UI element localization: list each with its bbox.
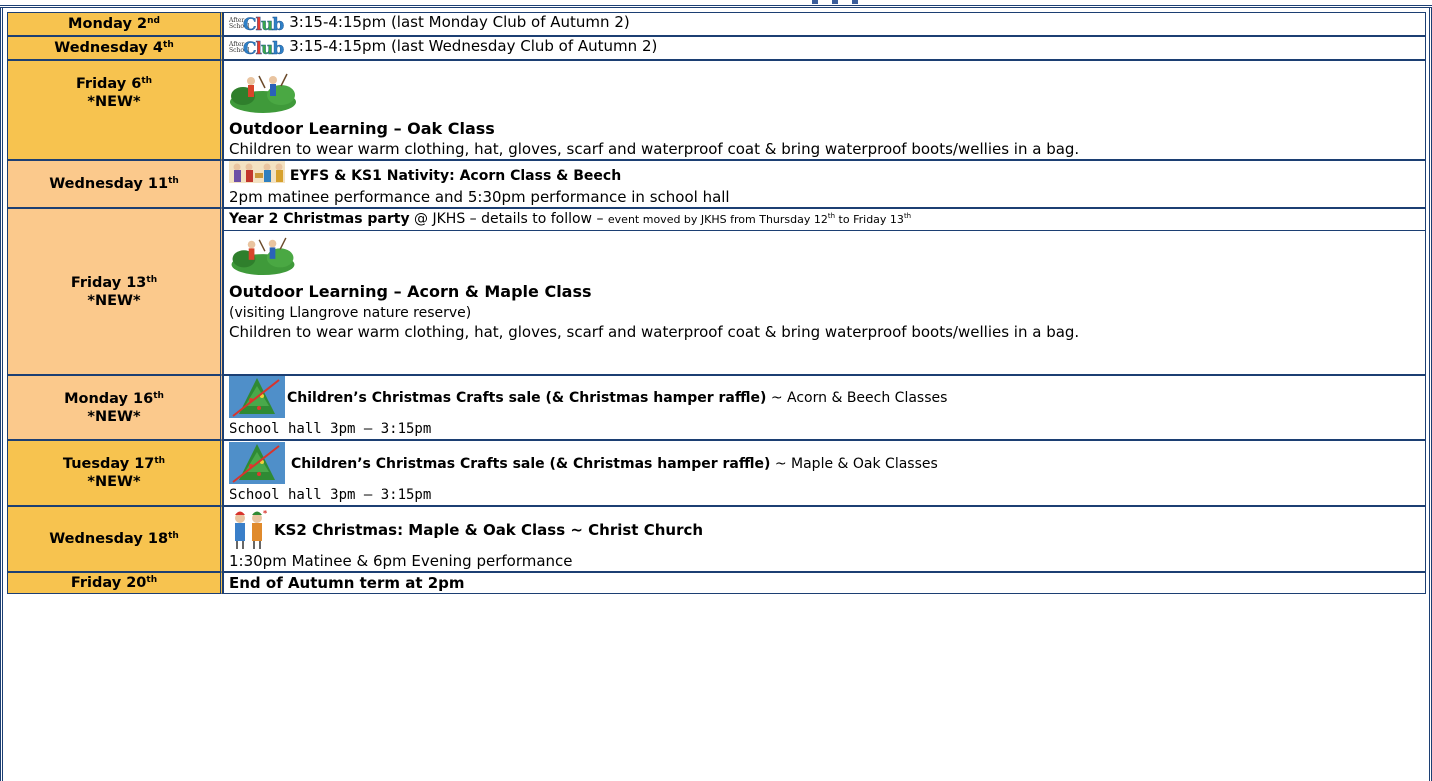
svg-text:*: * (263, 509, 268, 518)
details-cell: Year 2 Christmas party @ JKHS – details … (223, 208, 1426, 375)
date-cell: Friday 20th (7, 572, 223, 594)
event-title: Outdoor Learning – Oak Class (229, 119, 495, 138)
event-text: School hall 3pm – 3:15pm (229, 421, 432, 437)
table-row: Friday 6th *NEW* Outdoor Learning – Oak … (7, 60, 1426, 160)
table-row: Wednesday 11th EYFS & KS1 Nativity: Acor… (7, 160, 1426, 208)
new-badge: *NEW* (87, 474, 141, 490)
details-cell: After SchoolClub 3:15-4:15pm (last Monday… (223, 12, 1426, 36)
event-text: Children to wear warm clothing, hat, glo… (229, 140, 1080, 158)
table-row: Friday 20th End of Autumn term at 2pm (7, 572, 1426, 594)
table-row: Wednesday 4th After SchoolClub 3:15-4:15p… (7, 36, 1426, 60)
new-badge: *NEW* (87, 408, 141, 425)
event-title: Children’s Christmas Crafts sale (& Chri… (291, 455, 771, 472)
table-row: Wednesday 18th * KS2 Christmas: Maple & … (7, 506, 1426, 572)
details-cell: End of Autumn term at 2pm (223, 572, 1426, 594)
after-school-club-logo: After SchoolClub (229, 39, 284, 59)
event-subtext: (visiting Llangrove nature reserve) (229, 305, 472, 321)
event-text: School hall 3pm – 3:15pm (229, 486, 432, 503)
top-border (0, 0, 1432, 8)
table-row: Tuesday 17th *NEW* Children’s Christmas … (7, 440, 1426, 506)
event-text: 1:30pm Matinee & 6pm Evening performance (229, 551, 573, 570)
event-text: 3:15-4:15pm (last Monday Club of Autumn … (289, 13, 630, 31)
christmas-tree-icon (229, 376, 285, 418)
christmas-tree-icon (229, 441, 285, 484)
nativity-illustration (229, 161, 285, 183)
date-cell: Tuesday 17th *NEW* (7, 440, 223, 506)
date-cell: Friday 6th *NEW* (7, 60, 223, 160)
details-cell: Outdoor Learning – Oak Class Children to… (223, 60, 1426, 160)
table-row: Monday 2nd After SchoolClub 3:15-4:15pm (… (7, 12, 1426, 36)
date-cell: Wednesday 18th (7, 506, 223, 572)
details-cell: * KS2 Christmas: Maple & Oak Class ~ Chr… (223, 506, 1426, 572)
event-text: 3:15-4:15pm (last Wednesday Club of Autu… (289, 37, 658, 55)
outdoor-learning-illustration (231, 237, 295, 276)
event-title: EYFS & KS1 Nativity: Acorn Class & Beech (289, 168, 622, 184)
table-row: Monday 16th *NEW* Children’s Christmas C… (7, 375, 1426, 440)
carol-singers-illustration: * (235, 509, 268, 549)
details-cell: After SchoolClub 3:15-4:15pm (last Wednes… (223, 36, 1426, 60)
date-cell: Wednesday 11th (7, 160, 223, 208)
party-line: Year 2 Christmas party @ JKHS – details … (229, 211, 912, 227)
event-text: Children to wear warm clothing, hat, glo… (229, 323, 1080, 341)
date-cell: Friday 13th *NEW* (7, 208, 223, 375)
event-text: 2pm matinee performance and 5:30pm perfo… (229, 188, 730, 206)
calendar-table: Monday 2nd After SchoolClub 3:15-4:15pm (… (7, 12, 1426, 594)
date-cell: Monday 2nd (7, 12, 223, 36)
date-cell: Wednesday 4th (7, 36, 223, 60)
details-cell: Children’s Christmas Crafts sale (& Chri… (223, 375, 1426, 440)
details-cell: EYFS & KS1 Nativity: Acorn Class & Beech… (223, 160, 1426, 208)
details-cell: Children’s Christmas Crafts sale (& Chri… (223, 440, 1426, 506)
new-badge: *NEW* (87, 292, 141, 309)
event-title: Children’s Christmas Crafts sale (& Chri… (287, 390, 767, 406)
event-title: Outdoor Learning – Acorn & Maple Class (229, 282, 592, 301)
table-row: Friday 13th *NEW* Year 2 Christmas party… (7, 208, 1426, 375)
new-badge: *NEW* (87, 94, 141, 110)
after-school-club-logo: After SchoolClub (229, 15, 284, 35)
outdoor-learning-illustration (230, 73, 296, 113)
date-cell: Monday 16th *NEW* (7, 375, 223, 440)
event-title: KS2 Christmas: Maple & Oak Class ~ Chris… (274, 520, 704, 539)
event-title: End of Autumn term at 2pm (229, 573, 465, 592)
